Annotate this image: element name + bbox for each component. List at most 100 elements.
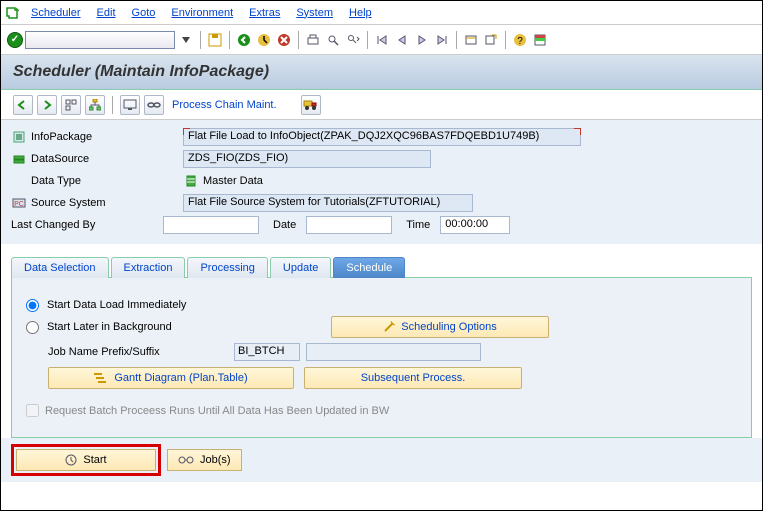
command-field[interactable]: [25, 31, 175, 49]
form-row-datasource: DataSource ZDS_FIO(ZDS_FIO): [11, 148, 752, 170]
shortcut-icon[interactable]: [482, 31, 500, 49]
datatype-value: Master Data: [203, 175, 263, 187]
start-button[interactable]: Start: [16, 449, 156, 471]
glasses-icon: [178, 455, 194, 465]
date-label: Date: [259, 219, 306, 231]
tab-region: Data Selection Extraction Processing Upd…: [11, 256, 752, 438]
next-page-icon[interactable]: [413, 31, 431, 49]
radio-immediate[interactable]: [26, 299, 39, 312]
lastchanged-label: Last Changed By: [11, 219, 163, 231]
scheduling-options-label: Scheduling Options: [401, 321, 496, 333]
start-label: Start: [83, 454, 106, 466]
tab-update[interactable]: Update: [270, 257, 331, 278]
layout-icon[interactable]: [531, 31, 549, 49]
action-row: Start Job(s): [1, 438, 762, 482]
standard-toolbar: ✓ ?: [1, 25, 762, 55]
job-suffix-input[interactable]: [306, 343, 481, 361]
clock-icon: [65, 454, 77, 466]
tab-body-schedule: Start Data Load Immediately Start Later …: [11, 278, 752, 438]
source-label: Source System: [31, 197, 183, 209]
infopackage-icon: [11, 129, 27, 145]
first-page-icon[interactable]: [373, 31, 391, 49]
transport-icon[interactable]: [301, 95, 321, 115]
masterdata-icon: [183, 173, 199, 189]
scheduling-options-button[interactable]: Scheduling Options: [331, 316, 549, 338]
gantt-row: Gantt Diagram (Plan.Table) Subsequent Pr…: [48, 366, 737, 390]
radio-row-later: Start Later in Background Scheduling Opt…: [26, 316, 737, 338]
form-row-lastchanged: Last Changed By Date Time 00:00:00: [11, 214, 752, 236]
form-row-datatype: Data Type Master Data: [11, 170, 752, 192]
form-row-infopackage: InfoPackage Flat File Load to InfoObject…: [11, 126, 752, 148]
menu-system[interactable]: System: [290, 5, 339, 21]
back-icon[interactable]: [235, 31, 253, 49]
tab-extraction[interactable]: Extraction: [111, 257, 186, 278]
tab-processing[interactable]: Processing: [187, 257, 267, 278]
page-title: Scheduler (Maintain InfoPackage): [1, 55, 762, 90]
gantt-button[interactable]: Gantt Diagram (Plan.Table): [48, 367, 294, 389]
new-session-icon[interactable]: [462, 31, 480, 49]
hierarchy-icon[interactable]: [85, 95, 105, 115]
infopackage-value: Flat File Load to InfoObject(ZPAK_DQJ2XQ…: [183, 128, 581, 146]
command-dropdown-icon[interactable]: [177, 31, 195, 49]
job-prefix-input[interactable]: BI_BTCH: [234, 343, 300, 361]
menu-bar: Scheduler Edit Goto Environment Extras S…: [1, 1, 762, 25]
datasource-value: ZDS_FIO(ZDS_FIO): [183, 150, 431, 168]
prev-page-icon[interactable]: [393, 31, 411, 49]
svg-text:?: ?: [517, 36, 523, 47]
save-icon[interactable]: [206, 31, 224, 49]
gantt-icon: [94, 373, 108, 383]
menu-edit[interactable]: Edit: [91, 5, 122, 21]
time-label: Time: [392, 219, 440, 231]
print-icon[interactable]: [304, 31, 322, 49]
application-toolbar: Process Chain Maint.: [1, 90, 762, 120]
datasource-label: DataSource: [31, 153, 183, 165]
help-icon[interactable]: ?: [511, 31, 529, 49]
monitor-icon[interactable]: [120, 95, 140, 115]
lastchanged-value[interactable]: [163, 216, 259, 234]
overview-icon[interactable]: [61, 95, 81, 115]
date-value[interactable]: [306, 216, 392, 234]
jobs-button[interactable]: Job(s): [167, 449, 242, 471]
tab-strip: Data Selection Extraction Processing Upd…: [11, 256, 752, 278]
radio-later-label: Start Later in Background: [47, 321, 327, 333]
menu-scheduler[interactable]: Scheduler: [25, 5, 87, 21]
menu-environment[interactable]: Environment: [165, 5, 239, 21]
subsequent-button[interactable]: Subsequent Process.: [304, 367, 522, 389]
find-icon[interactable]: [324, 31, 342, 49]
infopackage-label: InfoPackage: [31, 131, 183, 143]
datatype-label: Data Type: [31, 175, 183, 187]
job-name-row: Job Name Prefix/Suffix BI_BTCH: [48, 340, 737, 364]
batch-checkbox: [26, 404, 39, 417]
form-row-source: PC Source System Flat File Source System…: [11, 192, 752, 214]
form-area: InfoPackage Flat File Load to InfoObject…: [1, 120, 762, 244]
time-value[interactable]: 00:00:00: [440, 216, 510, 234]
menu-help[interactable]: Help: [343, 5, 378, 21]
jobs-label: Job(s): [200, 454, 231, 466]
find-next-icon[interactable]: [344, 31, 362, 49]
enter-icon[interactable]: ✓: [7, 32, 23, 48]
source-value: Flat File Source System for Tutorials(ZF…: [183, 194, 473, 212]
svg-text:PC: PC: [14, 201, 24, 208]
tab-data-selection[interactable]: Data Selection: [11, 257, 109, 278]
cancel-icon[interactable]: [275, 31, 293, 49]
nav-back-icon[interactable]: [13, 95, 33, 115]
nav-forward-icon[interactable]: [37, 95, 57, 115]
tab-schedule[interactable]: Schedule: [333, 257, 405, 278]
exit-icon[interactable]: [255, 31, 273, 49]
datasource-icon: [11, 151, 27, 167]
system-menu-icon[interactable]: [5, 6, 21, 20]
start-button-highlight: Start: [11, 444, 161, 476]
chain-icon[interactable]: [144, 95, 164, 115]
checkbox-row: Request Batch Proceess Runs Until All Da…: [26, 404, 737, 417]
menu-extras[interactable]: Extras: [243, 5, 286, 21]
last-page-icon[interactable]: [433, 31, 451, 49]
menu-goto[interactable]: Goto: [126, 5, 162, 21]
subsequent-label: Subsequent Process.: [361, 372, 466, 384]
source-system-icon: PC: [11, 195, 27, 211]
radio-later[interactable]: [26, 321, 39, 334]
job-name-label: Job Name Prefix/Suffix: [48, 346, 228, 358]
gantt-label: Gantt Diagram (Plan.Table): [114, 372, 247, 384]
radio-row-immediate: Start Data Load Immediately: [26, 294, 737, 316]
wand-icon: [383, 321, 395, 333]
process-chain-link[interactable]: Process Chain Maint.: [168, 97, 281, 113]
